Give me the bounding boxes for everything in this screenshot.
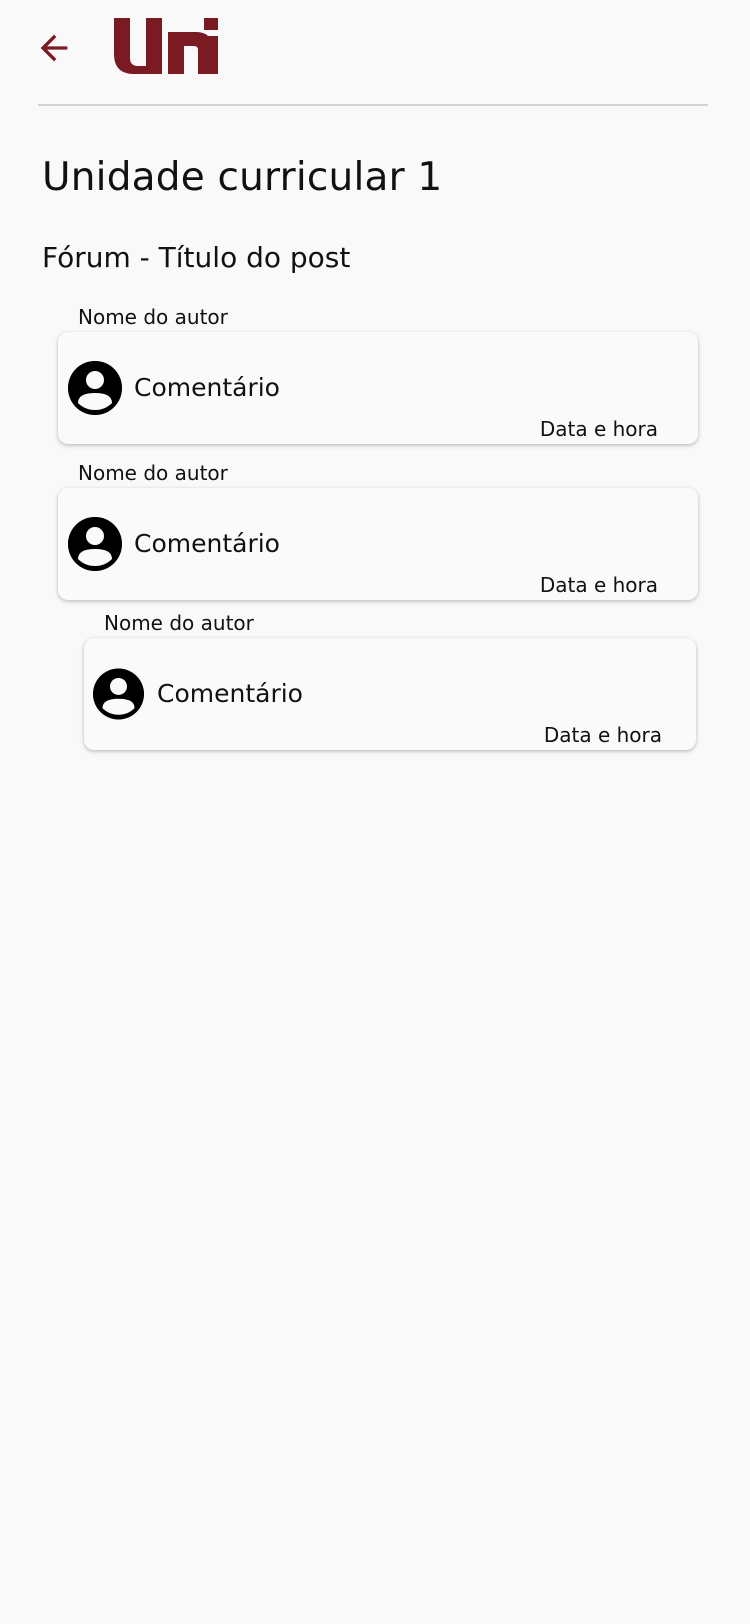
comment-author-name: Nome do autor xyxy=(78,305,228,329)
comment-text: Comentário xyxy=(157,679,303,708)
comment-card[interactable]: Comentário Data e hora xyxy=(84,638,696,750)
comment-item: Nome do autor Comentário Data e hora xyxy=(58,305,698,444)
comment-author-name: Nome do autor xyxy=(104,611,254,635)
comment-datetime: Data e hora xyxy=(539,417,658,441)
page-title: Unidade curricular 1 xyxy=(42,155,443,200)
comment-item: Nome do autor Comentário Data e hora xyxy=(58,461,698,600)
forum-post-title: Fórum - Título do post xyxy=(42,241,351,274)
comment-card[interactable]: Comentário Data e hora xyxy=(58,488,698,600)
arrow-left-icon xyxy=(40,34,68,62)
uni-logo xyxy=(114,18,218,74)
back-button[interactable] xyxy=(30,24,78,72)
account-circle-icon xyxy=(68,517,122,571)
comment-text: Comentário xyxy=(134,529,280,558)
comment-datetime: Data e hora xyxy=(543,723,662,747)
account-circle-icon xyxy=(68,361,122,415)
comment-text: Comentário xyxy=(134,373,280,402)
comment-card[interactable]: Comentário Data e hora xyxy=(58,332,698,444)
comment-datetime: Data e hora xyxy=(539,573,658,597)
account-circle-icon xyxy=(93,668,144,720)
header-divider xyxy=(38,104,708,106)
app-header xyxy=(0,0,750,105)
reply-comment-item: Nome do autor Comentário Data e hora xyxy=(84,611,696,750)
comment-author-name: Nome do autor xyxy=(78,461,228,485)
